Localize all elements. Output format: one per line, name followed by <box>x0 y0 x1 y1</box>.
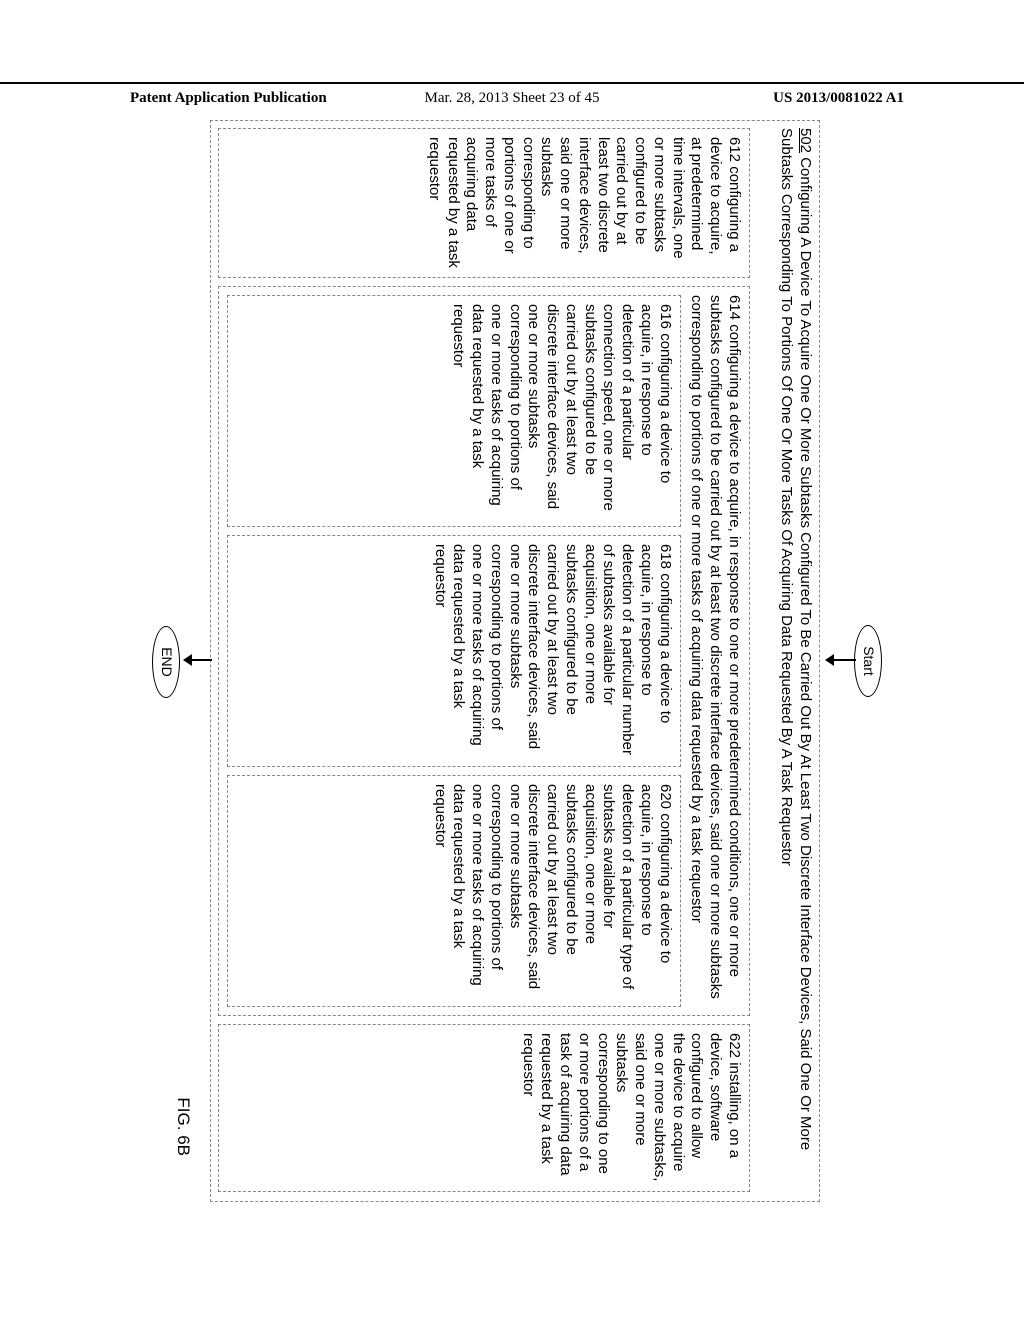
arrow-head-icon <box>825 654 834 666</box>
start-terminal: Start <box>854 625 882 697</box>
step-612: 612 configuring a device to acquire, at … <box>218 128 750 278</box>
step-614-title: 614 configuring a device to acquire, in … <box>687 295 743 1007</box>
header-right: US 2013/0081022 A1 <box>773 90 904 107</box>
step-616: 616 configuring a device to acquire, in … <box>227 295 681 527</box>
step-502-text: Configuring A Device To Acquire One Or M… <box>778 128 814 1150</box>
step-502-num: 502 <box>797 128 814 153</box>
arrow-line <box>832 659 856 661</box>
step-614-substeps: 616 configuring a device to acquire, in … <box>227 295 681 1007</box>
arrow-line <box>190 659 212 661</box>
step-614: 614 configuring a device to acquire, in … <box>218 286 750 1016</box>
substeps-row: 612 configuring a device to acquire, at … <box>218 128 750 1192</box>
step-502-title: 502 Configuring A Device To Acquire One … <box>777 128 815 1192</box>
step-618: 618 configuring a device to acquire, in … <box>227 535 681 767</box>
figure-label: FIG. 6B <box>173 1097 194 1156</box>
step-622: 622 installing, on a device, software co… <box>218 1024 750 1192</box>
arrow-head-icon <box>183 654 192 666</box>
end-terminal: END <box>152 626 180 698</box>
page-header: Patent Application Publication Mar. 28, … <box>0 82 1024 90</box>
step-620: 620 configuring a device to acquire, in … <box>227 775 681 1007</box>
flowchart: Start 502 Configuring A Device To Acquir… <box>142 110 882 1210</box>
